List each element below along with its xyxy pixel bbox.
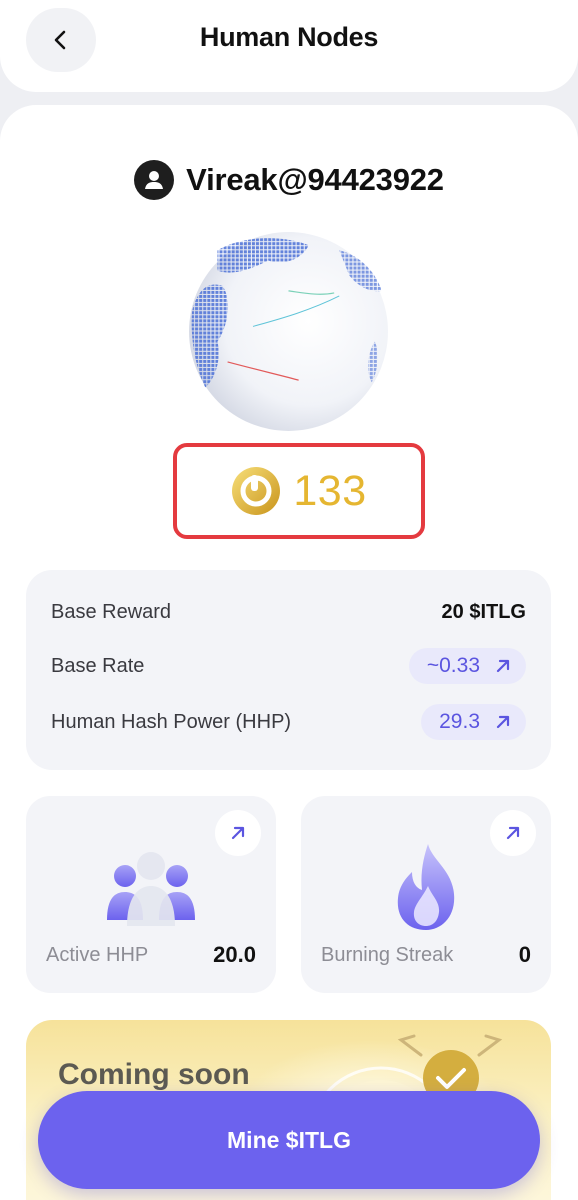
stat-value: 29.3 bbox=[439, 710, 480, 733]
balance-value: 133 bbox=[293, 466, 367, 515]
users-icon bbox=[107, 852, 195, 926]
mine-button[interactable]: Mine $ITLG bbox=[38, 1091, 540, 1189]
hhp-pill[interactable]: 29.3 bbox=[421, 704, 526, 740]
arrow-up-right-icon bbox=[506, 826, 520, 840]
tile-value: 20.0 bbox=[213, 942, 256, 967]
stats-card: Base Reward 20 $ITLG Base Rate ~0.33 Hum… bbox=[26, 570, 551, 770]
stat-value: 20 $ITLG bbox=[441, 600, 526, 623]
stat-label: Base Rate bbox=[51, 654, 145, 677]
stat-value: ~0.33 bbox=[426, 654, 480, 677]
stat-row-base-reward: Base Reward 20 $ITLG bbox=[51, 592, 526, 632]
avatar bbox=[134, 160, 175, 200]
stat-label: Human Hash Power (HHP) bbox=[51, 710, 292, 733]
arrow-up-right-icon bbox=[496, 659, 510, 673]
active-hhp-tile[interactable]: Active HHP 20.0 bbox=[26, 796, 276, 993]
balance-highlight: 133 bbox=[173, 443, 425, 539]
user-row: Vireak@94423922 bbox=[0, 160, 578, 200]
tile-value: 0 bbox=[518, 942, 531, 967]
burning-streak-arrow-button[interactable] bbox=[490, 810, 536, 856]
globe-illustration bbox=[189, 232, 388, 431]
tile-label: Active HHP bbox=[46, 944, 149, 966]
burning-streak-tile[interactable]: Burning Streak 0 bbox=[301, 796, 551, 993]
arrow-up-right-icon bbox=[496, 715, 510, 729]
stat-row-base-rate: Base Rate ~0.33 bbox=[51, 646, 526, 686]
arrow-up-right-icon bbox=[231, 826, 245, 840]
user-icon bbox=[145, 171, 164, 189]
promo-title: Coming soon bbox=[58, 1058, 250, 1091]
tile-label: Burning Streak bbox=[321, 944, 454, 966]
base-rate-pill[interactable]: ~0.33 bbox=[408, 648, 526, 684]
flame-icon bbox=[397, 844, 455, 930]
header-bar: Human Nodes bbox=[0, 0, 578, 92]
stat-row-hhp: Human Hash Power (HHP) 29.3 bbox=[51, 702, 526, 742]
stat-label: Base Reward bbox=[51, 600, 172, 623]
username: Vireak@94423922 bbox=[186, 162, 444, 197]
active-hhp-arrow-button[interactable] bbox=[215, 810, 261, 856]
page-title: Human Nodes bbox=[199, 22, 379, 52]
coin-icon bbox=[232, 467, 281, 515]
